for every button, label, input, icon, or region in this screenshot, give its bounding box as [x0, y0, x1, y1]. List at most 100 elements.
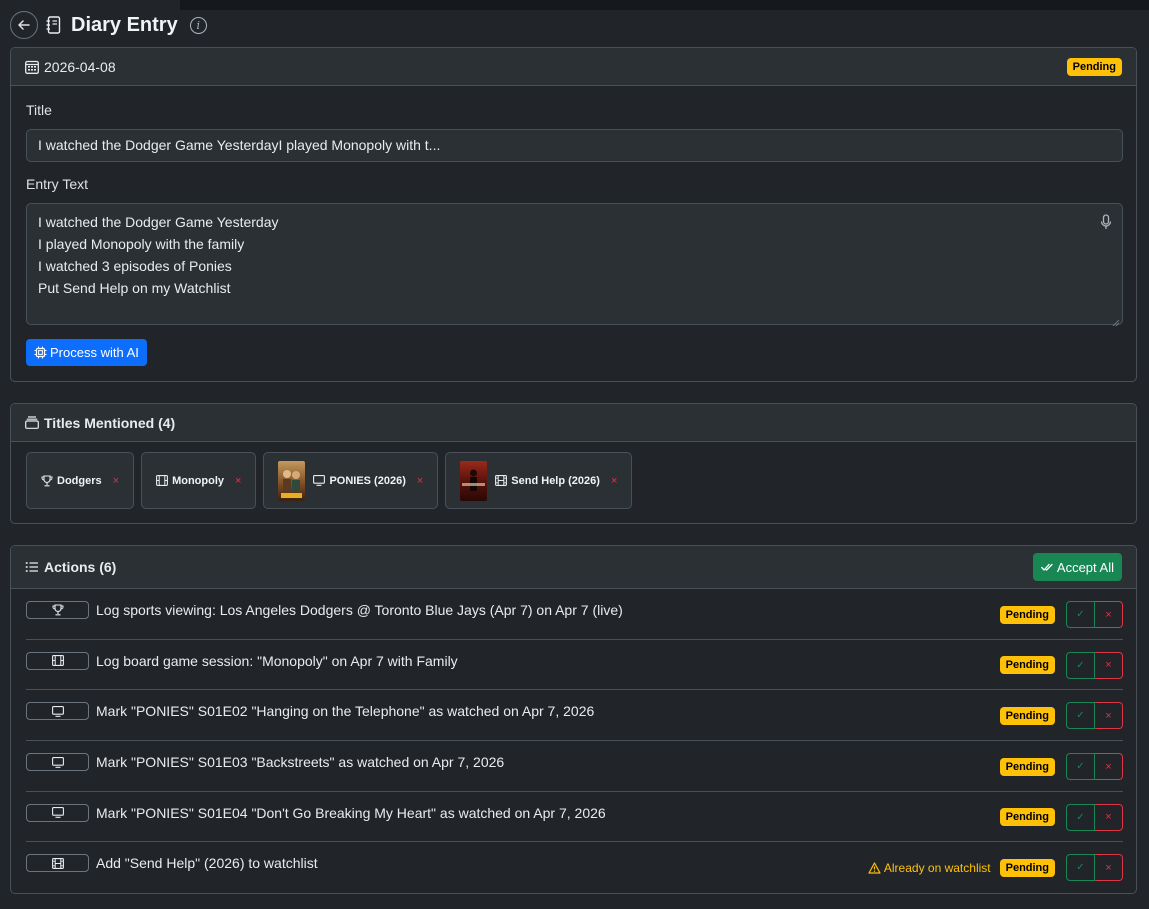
- remove-icon[interactable]: ×: [113, 475, 119, 487]
- title-chips: Dodgers × Monopoly × PONIES (2026) × Sen…: [26, 452, 633, 509]
- action-controls: Already on watchlist Pending ✓ ×: [868, 854, 1123, 882]
- reject-button[interactable]: ×: [1095, 651, 1123, 679]
- action-text: Mark "PONIES" S01E04 "Don't Go Breaking …: [96, 804, 606, 821]
- action-row: Mark "PONIES" S01E03 "Backstreets" as wa…: [26, 741, 1123, 792]
- remove-icon[interactable]: ×: [611, 475, 617, 487]
- title-label: Title: [26, 102, 52, 118]
- resize-grip-icon[interactable]: [1112, 314, 1120, 327]
- board-game-icon: [26, 651, 89, 670]
- trophy-icon: [26, 601, 89, 619]
- chip-label: Monopoly: [172, 474, 224, 487]
- entry-line: I played Monopoly with the family: [38, 236, 245, 252]
- accept-button[interactable]: ✓: [1066, 753, 1095, 781]
- accept-reject-group: ✓ ×: [1066, 803, 1123, 831]
- info-icon[interactable]: i: [189, 16, 207, 34]
- chip-label: Send Help (2026): [511, 474, 600, 487]
- warning-text: Already on watchlist: [883, 860, 991, 875]
- diary-entry-card: 2026-04-08 Pending Title I watched the D…: [10, 47, 1137, 382]
- title-chip-ponies[interactable]: PONIES (2026) ×: [263, 452, 439, 509]
- action-controls: Pending ✓ ×: [999, 651, 1123, 679]
- journal-icon: [46, 16, 62, 34]
- accept-all-button[interactable]: Accept All: [1032, 553, 1122, 581]
- film-icon: [495, 475, 508, 487]
- status-badge: Pending: [999, 605, 1055, 624]
- collection-icon: [25, 416, 39, 430]
- action-text: Mark "PONIES" S01E02 "Hanging on the Tel…: [96, 703, 595, 720]
- action-text: Mark "PONIES" S01E03 "Backstreets" as wa…: [96, 754, 505, 771]
- cpu-icon: [34, 346, 47, 359]
- action-controls: Pending ✓ ×: [999, 753, 1123, 781]
- list-icon: [25, 560, 39, 574]
- accept-button[interactable]: ✓: [1066, 854, 1095, 882]
- accept-reject-group: ✓ ×: [1066, 854, 1123, 882]
- action-text: Log sports viewing: Los Angeles Dodgers …: [96, 602, 623, 618]
- entry-line: I watched the Dodger Game Yesterday: [38, 214, 279, 230]
- action-row: Add "Send Help" (2026) to watchlist Alre…: [26, 842, 1123, 893]
- watchlist-warning: Already on watchlist: [868, 861, 991, 875]
- microphone-icon[interactable]: [1100, 214, 1112, 230]
- status-badge: Pending: [999, 858, 1055, 877]
- calendar-icon: [25, 60, 39, 74]
- entry-line: I watched 3 episodes of Ponies: [38, 258, 232, 274]
- tv-icon: [26, 803, 89, 822]
- tv-icon: [313, 475, 326, 487]
- title-input[interactable]: I watched the Dodger Game YesterdayI pla…: [26, 129, 1123, 162]
- tv-icon: [26, 702, 89, 721]
- actions-heading: Actions (6): [44, 559, 117, 575]
- double-check-icon: [1041, 563, 1053, 571]
- status-badge: Pending: [999, 808, 1055, 827]
- titles-heading: Titles Mentioned (4): [44, 414, 176, 431]
- action-list: Log sports viewing: Los Angeles Dodgers …: [26, 589, 1123, 893]
- entry-date: 2026-04-08: [44, 58, 116, 75]
- accept-button[interactable]: ✓: [1066, 803, 1095, 831]
- process-with-ai-button[interactable]: Process with AI: [26, 339, 147, 366]
- remove-icon[interactable]: ×: [417, 475, 423, 487]
- reject-button[interactable]: ×: [1095, 803, 1123, 831]
- action-row: Mark "PONIES" S01E04 "Don't Go Breaking …: [26, 792, 1123, 843]
- status-badge: Pending: [1066, 57, 1122, 76]
- titles-card-header: Titles Mentioned (4): [11, 404, 1136, 442]
- warning-icon: [868, 862, 881, 874]
- reject-button[interactable]: ×: [1095, 601, 1123, 628]
- action-row: Log sports viewing: Los Angeles Dodgers …: [26, 589, 1123, 640]
- entry-text-area[interactable]: I watched the Dodger Game Yesterday I pl…: [26, 203, 1123, 327]
- arrow-left-icon: [18, 20, 30, 30]
- accept-reject-group: ✓ ×: [1066, 651, 1123, 679]
- reject-button[interactable]: ×: [1095, 702, 1123, 730]
- accept-button[interactable]: ✓: [1066, 702, 1095, 730]
- top-strip: [180, 0, 1149, 10]
- accept-button[interactable]: ✓: [1066, 601, 1095, 628]
- chip-label: Dodgers: [57, 474, 102, 487]
- action-row: Log board game session: "Monopoly" on Ap…: [26, 640, 1123, 691]
- page-title: Diary Entry: [71, 13, 178, 36]
- action-controls: Pending ✓ ×: [999, 601, 1123, 628]
- reject-button[interactable]: ×: [1095, 753, 1123, 781]
- action-row: Mark "PONIES" S01E02 "Hanging on the Tel…: [26, 690, 1123, 742]
- chip-label: PONIES (2026): [329, 474, 406, 487]
- accept-button[interactable]: ✓: [1066, 651, 1095, 679]
- actions-card: Actions (6) Accept All Log sports viewin…: [10, 545, 1137, 894]
- status-badge: Pending: [999, 757, 1055, 776]
- accept-reject-group: ✓ ×: [1066, 702, 1123, 730]
- title-chip-dodgers[interactable]: Dodgers ×: [26, 452, 135, 509]
- title-chip-send-help[interactable]: Send Help (2026) ×: [445, 452, 633, 509]
- accept-reject-group: ✓ ×: [1066, 753, 1123, 781]
- diary-card-header: 2026-04-08 Pending: [11, 48, 1136, 86]
- film-icon: [26, 854, 89, 873]
- action-controls: Pending ✓ ×: [999, 702, 1123, 730]
- actions-card-header: Actions (6) Accept All: [11, 546, 1136, 589]
- status-badge: Pending: [999, 656, 1055, 675]
- send-help-poster-image: [460, 460, 488, 501]
- reject-button[interactable]: ×: [1095, 854, 1123, 882]
- status-badge: Pending: [999, 706, 1055, 725]
- back-button[interactable]: [10, 11, 38, 39]
- action-text: Log board game session: "Monopoly" on Ap…: [96, 652, 458, 669]
- trophy-icon: [41, 474, 54, 487]
- title-chip-monopoly[interactable]: Monopoly ×: [141, 452, 257, 509]
- remove-icon[interactable]: ×: [235, 475, 241, 487]
- process-with-ai-label: Process with AI: [50, 345, 139, 360]
- page-header: Diary Entry i: [10, 10, 207, 40]
- entry-line: Put Send Help on my Watchlist: [38, 280, 231, 296]
- accept-all-label: Accept All: [1056, 559, 1114, 575]
- board-game-icon: [156, 475, 169, 487]
